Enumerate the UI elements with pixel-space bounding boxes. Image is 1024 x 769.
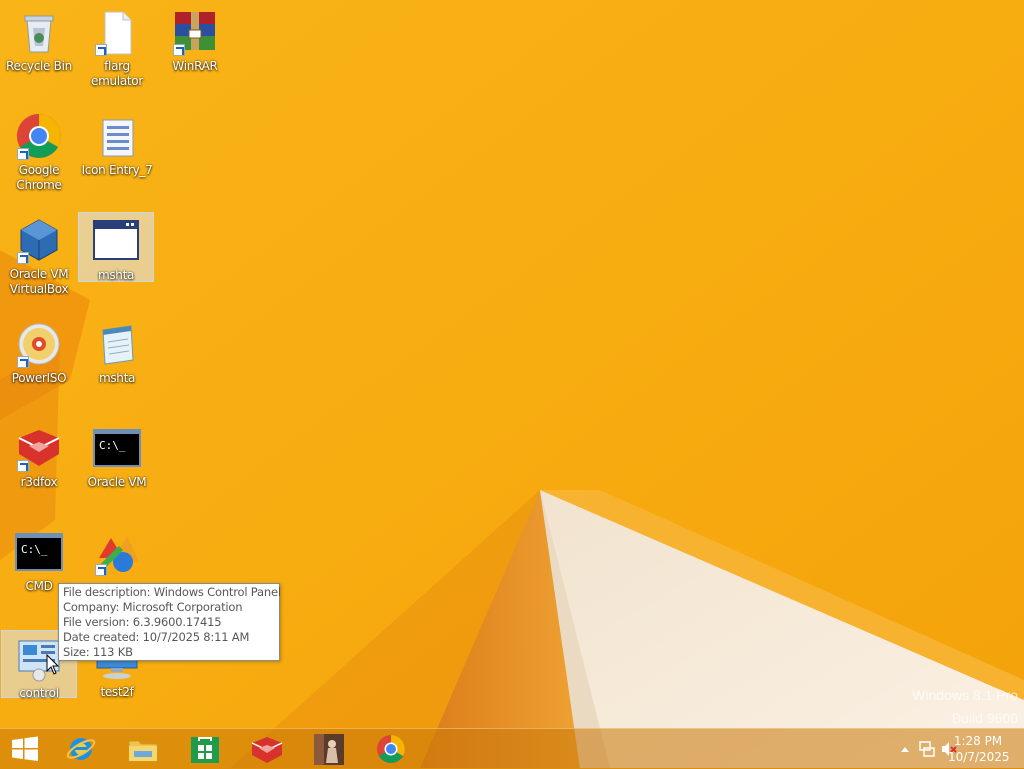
recycle-bin-icon — [15, 8, 63, 56]
colorful-app-icon — [93, 528, 141, 576]
desktop-icon-winrar[interactable]: WinRAR — [157, 4, 233, 100]
disc-icon — [15, 320, 63, 368]
command-prompt-icon: C:\_ — [15, 528, 63, 576]
desktop-icon-r3dfox[interactable]: r3dfox — [1, 420, 77, 516]
desktop-icon-label: Icon Entry_7 — [81, 163, 153, 177]
desktop-icon-label: PowerISO — [11, 371, 67, 385]
desktop-icon-mshta-notepad[interactable]: mshta — [79, 316, 155, 412]
winrar-icon — [171, 8, 219, 56]
desktop-icon-label: WinRAR — [172, 59, 218, 73]
file-info-tooltip: File description: Windows Control Panel … — [58, 583, 281, 661]
taskbar-clock[interactable]: 1:28 PM 10/7/2025 — [948, 733, 1010, 765]
shortcut-arrow-icon — [173, 44, 185, 56]
shortcut-arrow-icon — [17, 252, 29, 264]
taskbar-google-chrome[interactable] — [374, 733, 408, 765]
shortcut-arrow-icon — [17, 148, 29, 160]
desktop-icon-poweriso[interactable]: PowerISO — [1, 316, 77, 412]
start-button[interactable] — [8, 733, 42, 765]
chrome-icon — [15, 112, 63, 160]
desktop-icon-label: test2f — [100, 685, 134, 699]
watermark-build: Build 9600 — [951, 710, 1018, 726]
desktop-icon-label: Recycle Bin — [6, 59, 72, 73]
command-prompt-icon: C:\_ — [93, 424, 141, 472]
desktop-icon-label: mshta — [98, 371, 136, 385]
taskbar-windows-store[interactable] — [188, 733, 222, 765]
shortcut-arrow-icon — [95, 564, 107, 576]
taskbar: 1:28 PM 10/7/2025 — [0, 728, 1024, 769]
windows-store-icon — [191, 737, 219, 763]
desktop-icon-recycle-bin[interactable]: Recycle Bin — [1, 4, 77, 100]
watermark-edition: Windows 8.1 Pro — [912, 687, 1018, 703]
desktop-icon-label: Oracle VM VirtualBox — [9, 267, 69, 296]
r3dfox-icon — [251, 737, 283, 763]
desktop-icon-label: mshta — [97, 268, 135, 282]
desktop-icon-icon-entry-7[interactable]: Icon Entry_7 — [79, 108, 155, 204]
application-window-icon — [92, 217, 140, 265]
desktop-icon-google-chrome[interactable]: Google Chrome — [1, 108, 77, 204]
notepad-icon — [93, 320, 141, 368]
file-explorer-icon — [128, 740, 158, 762]
desktop-icon-flarg-emulator[interactable]: flarg emulator — [79, 4, 155, 100]
clock-date: 10/7/2025 — [948, 750, 1010, 764]
windows-version-watermark: Windows 8.1 Pro Build 9600 — [912, 684, 1018, 730]
system-tray: 1:28 PM 10/7/2025 — [864, 729, 1024, 769]
app-thumbnail-icon — [314, 734, 344, 765]
desktop-icon-oracle-vm-virtualbox[interactable]: Oracle VM VirtualBox — [1, 212, 77, 308]
chrome-icon — [377, 735, 405, 763]
desktop-icon-label: control — [19, 686, 59, 700]
tooltip-file-version: File version: 6.3.9600.17415 — [63, 615, 222, 629]
clock-time: 1:28 PM — [953, 734, 1003, 748]
desktop-icon-mshta-window[interactable]: mshta — [78, 212, 154, 282]
show-hidden-icons-chevron[interactable] — [900, 745, 910, 753]
blank-file-icon — [93, 8, 141, 56]
mouse-cursor-icon — [46, 654, 60, 675]
desktop-icon-oracle-vm-cmd[interactable]: C:\_ Oracle VM — [79, 420, 155, 516]
internet-explorer-icon — [66, 738, 96, 760]
desktop-icon-label: Google Chrome — [16, 163, 62, 192]
tooltip-size: Size: 113 KB — [63, 645, 133, 659]
tooltip-date-created: Date created: 10/7/2025 8:11 AM — [63, 630, 250, 644]
shortcut-arrow-icon — [17, 460, 29, 472]
taskbar-app-thumbnail[interactable] — [312, 733, 346, 765]
taskbar-r3dfox[interactable] — [250, 733, 284, 765]
svg-text:C:\_: C:\_ — [21, 543, 48, 556]
virtualbox-icon — [15, 216, 63, 264]
desktop-icon-label: r3dfox — [20, 475, 58, 489]
r3dfox-icon — [15, 424, 63, 472]
desktop-icon-label: flarg emulator — [91, 59, 143, 88]
windows-start-icon — [12, 736, 38, 761]
taskbar-internet-explorer[interactable] — [64, 733, 98, 765]
svg-text:C:\_: C:\_ — [99, 439, 126, 452]
tooltip-company: Company: Microsoft Corporation — [63, 600, 243, 614]
tooltip-file-description: File description: Windows Control Panel — [63, 585, 281, 599]
network-icon[interactable] — [918, 740, 936, 758]
shortcut-arrow-icon — [95, 44, 107, 56]
desktop-icon-label: Oracle VM — [87, 475, 147, 489]
shortcut-arrow-icon — [17, 356, 29, 368]
taskbar-file-explorer[interactable] — [126, 733, 160, 765]
form-document-icon — [93, 112, 141, 160]
